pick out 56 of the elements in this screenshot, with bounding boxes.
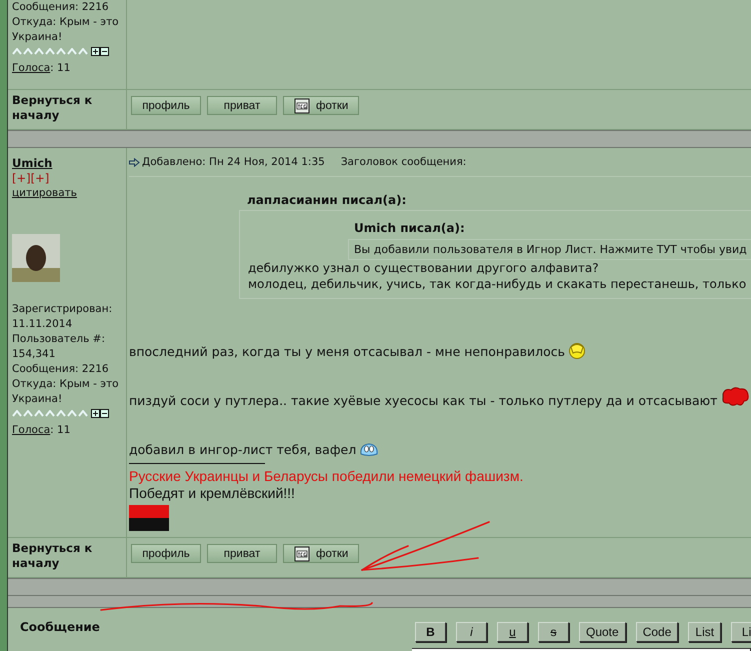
plus-icon[interactable] (91, 46, 100, 56)
minus-icon[interactable] (100, 46, 109, 56)
rank-chevrons-icon (12, 48, 88, 54)
splat-smiley-icon (720, 386, 750, 408)
profile-info: Откуда: Крым - это Украина! (12, 377, 120, 407)
votes-count: : 11 (50, 423, 70, 438)
photos-button[interactable]: фотки (283, 544, 360, 563)
photo-file-icon (294, 98, 310, 114)
subject-label: Заголовок сообщения: (340, 156, 466, 168)
format-button[interactable]: Li (731, 622, 751, 642)
plus-icon[interactable] (91, 408, 100, 418)
post-text: добавил в ингор-лист тебя, вафел (129, 442, 356, 457)
flag-picture (129, 505, 169, 531)
profile-info: Откуда: Крым - это Украина! (12, 15, 120, 45)
profile-info: Пользователь #: 154,341 (12, 332, 106, 362)
votes-link[interactable]: Голоса (12, 61, 50, 76)
votes-count: : 11 (50, 61, 70, 76)
votes-link[interactable]: Голоса (12, 423, 50, 438)
format-button[interactable]: u (497, 622, 528, 642)
format-button[interactable]: B (415, 622, 446, 642)
rank-chevrons-icon (12, 410, 88, 416)
post-text: пиздуй соси у путлера.. такие хуёвые хуесосы как ты - только путлеру да и отсасывают (129, 393, 718, 408)
message-label: Сообщение (19, 619, 101, 636)
format-button[interactable]: Quote (579, 622, 626, 642)
post-text: впоследний раз, когда ты у меня отсасывал - мне непонравилось (129, 344, 566, 359)
signature-text: Победят и кремлёвский!!! (129, 485, 296, 502)
post-arrow-icon (129, 158, 140, 166)
forum-button[interactable]: приват (207, 544, 277, 563)
photos-button[interactable]: фотки (283, 96, 360, 115)
avatar-photo-placeholder (12, 234, 60, 282)
format-button[interactable]: i (456, 622, 487, 642)
facepalm-smiley-icon (568, 342, 586, 359)
forum-button[interactable]: профиль (131, 96, 201, 115)
blob-smiley-icon (359, 442, 380, 457)
format-button[interactable]: Code (636, 622, 678, 642)
post-date: Добавлено: Пн 24 Ноя, 2014 1:35 (142, 156, 325, 168)
quote-text: молодец, дебильчик, учись, так когда-нибудь и скакать перестанешь, только (248, 276, 748, 292)
profile-info: Сообщения: 2216 (12, 0, 110, 15)
quote-author: Umich писал(а): (354, 221, 466, 235)
rating-links[interactable]: [+][+] (12, 171, 124, 186)
quote-text: дебилужко узнал о существовании другого алфавита? (248, 260, 600, 276)
back-to-top-link[interactable]: Вернуться к началу (8, 538, 127, 577)
quote-link[interactable]: цитировать (12, 186, 124, 201)
profile-info: Сообщения: 2216 (12, 362, 110, 377)
format-button[interactable]: List (688, 622, 722, 642)
minus-icon[interactable] (100, 408, 109, 418)
quote-author: лапласианин писал(а): (247, 193, 408, 207)
forum-button[interactable]: приват (207, 96, 277, 115)
signature-text: Русские Украинцы и Беларусы победили немецкий фашизм. (129, 468, 524, 485)
forum-button[interactable]: профиль (131, 544, 201, 563)
ignored-quote-text: Вы добавили пользователя в Игнор Лист. Нажмите ТУТ чтобы увид (348, 239, 751, 260)
format-button[interactable]: s (538, 622, 569, 642)
back-to-top-link[interactable]: Вернуться к началу (8, 90, 127, 129)
photo-file-icon (294, 546, 310, 562)
author-link[interactable]: Umich (12, 156, 124, 171)
profile-info: Зарегистрирован: 11.11.2014 (12, 302, 114, 332)
